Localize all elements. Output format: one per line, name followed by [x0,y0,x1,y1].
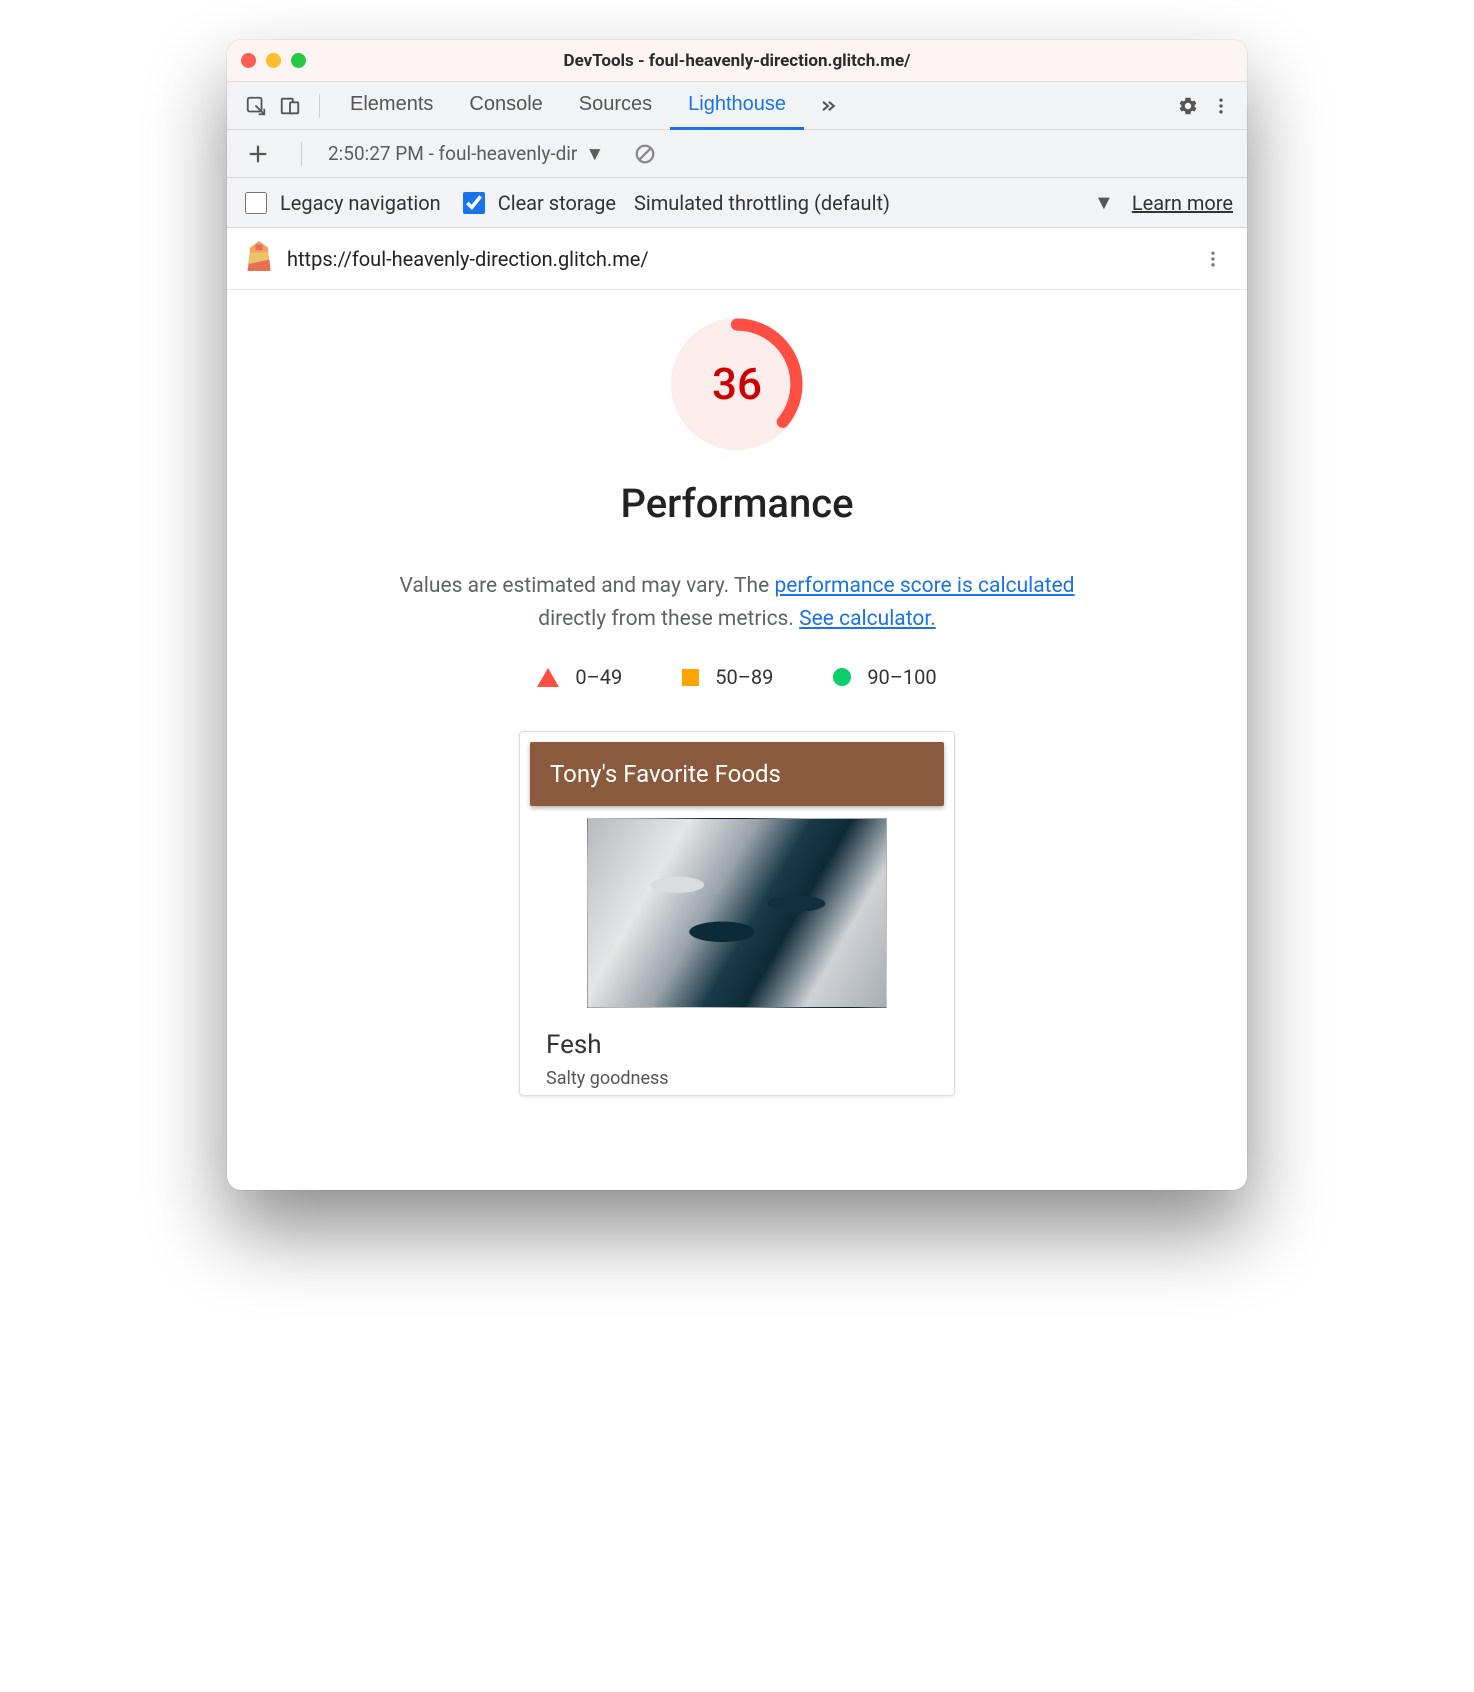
preview-hero-image [587,818,887,1008]
tested-url-row: https://foul-heavenly-direction.glitch.m… [227,228,1247,290]
tab-sources[interactable]: Sources [561,82,670,130]
lighthouse-logo-icon [245,241,273,276]
clear-storage-label: Clear storage [498,191,616,215]
report-menu-icon[interactable] [1197,243,1229,275]
tab-elements[interactable]: Elements [332,82,451,130]
see-calculator-link[interactable]: See calculator. [799,607,936,631]
clear-storage-checkbox[interactable] [463,192,485,214]
throttling-select[interactable]: Simulated throttling (default) [634,191,890,215]
separator [301,142,302,166]
circle-icon [833,668,851,686]
legacy-navigation-label: Legacy navigation [280,191,441,215]
legacy-navigation-checkbox[interactable] [245,192,267,214]
more-tabs-icon[interactable] [812,90,844,122]
new-report-button[interactable] [241,137,275,171]
lighthouse-options-bar: Legacy navigation Clear storage Simulate… [227,178,1247,228]
score-section: 36 Performance Values are estimated and … [227,318,1247,1096]
legacy-navigation-option[interactable]: Legacy navigation [241,189,441,217]
window-minimize-button[interactable] [266,53,281,68]
preview-app-title: Tony's Favorite Foods [530,742,944,806]
report-dropdown[interactable]: 2:50:27 PM - foul-heavenly-dir ▼ [328,142,604,166]
learn-more-link[interactable]: Learn more [1132,191,1233,215]
clear-storage-option[interactable]: Clear storage [459,189,616,217]
chevron-down-icon: ▼ [1094,190,1114,215]
devtools-window: DevTools - foul-heavenly-direction.glitc… [227,40,1247,1190]
clear-report-icon[interactable] [628,137,662,171]
devtools-tabstrip: Elements Console Sources Lighthouse [227,82,1247,130]
tab-lighthouse[interactable]: Lighthouse [670,82,804,130]
perf-score-link[interactable]: performance score is calculated [774,574,1074,598]
window-title: DevTools - foul-heavenly-direction.glitc… [227,51,1247,71]
score-value: 36 [671,318,803,450]
legend-average: 50–89 [682,665,773,689]
legend-bad: 0–49 [537,665,622,689]
traffic-lights [241,53,306,68]
lighthouse-subbar: 2:50:27 PM - foul-heavenly-dir ▼ [227,130,1247,178]
kebab-menu-icon[interactable] [1205,90,1237,122]
separator [319,94,320,118]
window-close-button[interactable] [241,53,256,68]
preview-item-subtitle: Salty goodness [546,1068,928,1089]
tested-url: https://foul-heavenly-direction.glitch.m… [287,247,649,271]
score-description: Values are estimated and may vary. The p… [367,570,1107,635]
square-icon [682,669,699,686]
throttling-label: Simulated throttling (default) [634,191,890,215]
inspect-element-icon[interactable] [239,89,273,123]
titlebar: DevTools - foul-heavenly-direction.glitc… [227,40,1247,82]
report-dropdown-label: 2:50:27 PM - foul-heavenly-dir [328,142,577,165]
device-toolbar-icon[interactable] [273,89,307,123]
tab-console[interactable]: Console [451,82,560,130]
chevron-down-icon: ▼ [585,142,604,166]
legend-good: 90–100 [833,665,936,689]
page-screenshot-card: Tony's Favorite Foods Fesh Salty goodnes… [519,731,955,1096]
window-zoom-button[interactable] [291,53,306,68]
score-category-title: Performance [620,480,853,527]
settings-icon[interactable] [1171,89,1205,123]
lighthouse-report: 36 Performance Values are estimated and … [227,290,1247,1190]
preview-item-name: Fesh [546,1030,928,1060]
score-legend: 0–49 50–89 90–100 [537,665,936,689]
preview-caption: Fesh Salty goodness [520,1008,954,1095]
triangle-icon [537,668,559,687]
score-gauge: 36 [671,318,803,450]
